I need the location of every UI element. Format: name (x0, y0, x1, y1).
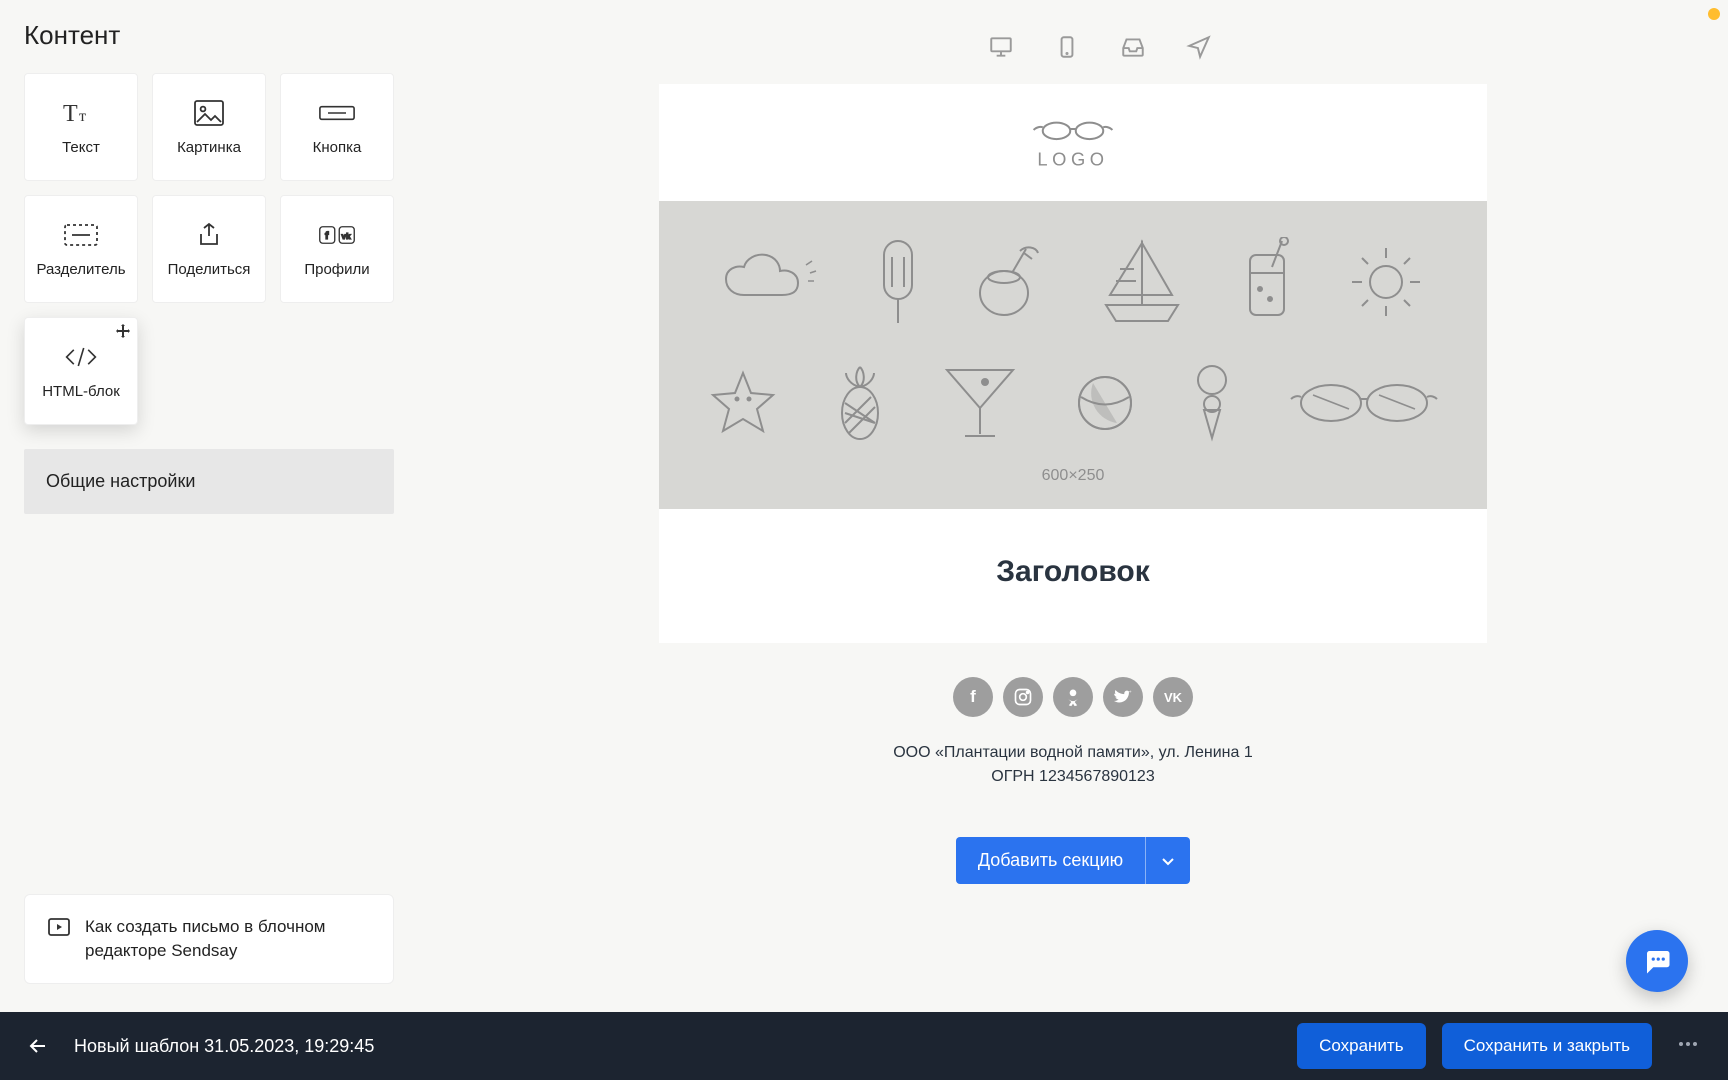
block-text-label: Текст (62, 139, 100, 156)
move-icon (115, 324, 131, 345)
block-share-label: Поделиться (168, 261, 251, 278)
block-share[interactable]: Поделиться (152, 195, 266, 303)
save-and-close-button[interactable]: Сохранить и закрыть (1442, 1023, 1652, 1069)
block-button[interactable]: Кнопка (280, 73, 394, 181)
block-button-label: Кнопка (313, 139, 362, 156)
sunglasses-icon (1289, 377, 1439, 429)
mobile-preview-button[interactable] (1054, 34, 1080, 65)
help-video-icon (47, 915, 71, 944)
button-icon (319, 99, 355, 127)
general-settings-button[interactable]: Общие настройки (24, 449, 394, 514)
twitter-icon[interactable] (1103, 677, 1143, 717)
popsicle-icon (878, 237, 918, 327)
block-profiles[interactable]: f vk Профили (280, 195, 394, 303)
block-divider-label: Разделитель (36, 261, 125, 278)
image-icon (191, 99, 227, 127)
footer-line-2: ОГРН 1234567890123 (659, 765, 1487, 789)
help-text: Как создать письмо в блочном редакторе S… (85, 915, 371, 963)
desktop-preview-button[interactable] (988, 34, 1014, 65)
more-menu-button[interactable] (1668, 1024, 1708, 1069)
add-section-dropdown[interactable] (1145, 837, 1190, 884)
svg-text:т: т (79, 108, 86, 125)
inbox-preview-button[interactable] (1120, 34, 1146, 65)
social-block[interactable]: f VK (659, 643, 1487, 735)
martini-icon (941, 364, 1019, 442)
coconut-drink-icon (974, 243, 1042, 321)
odnoklassniki-icon[interactable] (1053, 677, 1093, 717)
add-section-button[interactable]: Добавить секцию (956, 837, 1145, 884)
chat-fab[interactable] (1626, 930, 1688, 992)
cocktail-glass-icon (1242, 237, 1292, 327)
hero-size-label: 600×250 (1042, 467, 1105, 485)
block-image-label: Картинка (177, 139, 241, 156)
logo-text: LOGO (1037, 149, 1108, 170)
hero-image-block[interactable]: 600×250 (659, 201, 1487, 509)
help-card[interactable]: Как создать письмо в блочном редакторе S… (24, 894, 394, 984)
logo-icon: LOGO (1018, 118, 1128, 173)
footer-line-1: ООО «Плантации водной памяти», ул. Ленин… (659, 741, 1487, 765)
document-name: Новый шаблон 31.05.2023, 19:29:45 (74, 1036, 374, 1057)
send-test-button[interactable] (1186, 34, 1212, 65)
block-text[interactable]: Tт Текст (24, 73, 138, 181)
sidebar-title: Контент (24, 20, 394, 51)
more-horizontal-icon (1676, 1032, 1700, 1056)
save-label: Сохранить (1319, 1036, 1403, 1055)
chevron-down-icon (1160, 853, 1176, 869)
profiles-icon: f vk (319, 221, 355, 249)
share-icon (191, 221, 227, 249)
pineapple-icon (835, 363, 885, 443)
save-close-label: Сохранить и закрыть (1464, 1036, 1630, 1055)
logo-block[interactable]: LOGO (659, 84, 1487, 201)
beachball-icon (1075, 373, 1135, 433)
svg-text:vk: vk (342, 231, 352, 240)
block-html-label: HTML-блок (42, 383, 120, 400)
sailboat-icon (1098, 235, 1186, 329)
vk-icon[interactable]: VK (1153, 677, 1193, 717)
block-html[interactable]: HTML-блок (24, 317, 138, 425)
back-button[interactable] (20, 1028, 56, 1064)
footer-text-block[interactable]: ООО «Плантации водной памяти», ул. Ленин… (659, 735, 1487, 819)
svg-text:T: T (63, 101, 78, 127)
window-minimize-dot[interactable] (1708, 8, 1720, 20)
block-profiles-label: Профили (304, 261, 369, 278)
add-section-label: Добавить секцию (978, 850, 1123, 870)
block-divider[interactable]: Разделитель (24, 195, 138, 303)
instagram-icon[interactable] (1003, 677, 1043, 717)
block-image[interactable]: Картинка (152, 73, 266, 181)
heading-block[interactable]: Заголовок (659, 509, 1487, 643)
svg-text:f: f (325, 229, 329, 241)
icecream-icon (1191, 364, 1233, 442)
general-settings-label: Общие настройки (46, 471, 195, 491)
save-button[interactable]: Сохранить (1297, 1023, 1425, 1069)
text-icon: Tт (63, 99, 99, 127)
starfish-icon (707, 369, 779, 437)
facebook-icon[interactable]: f (953, 677, 993, 717)
email-preview: LOGO (659, 84, 1487, 1012)
heading-text: Заголовок (659, 555, 1487, 589)
cloud-icon (722, 249, 822, 315)
chat-icon (1642, 946, 1672, 976)
divider-icon (63, 221, 99, 249)
sun-icon (1348, 244, 1424, 320)
code-icon (63, 343, 99, 371)
arrow-left-icon (26, 1034, 50, 1058)
